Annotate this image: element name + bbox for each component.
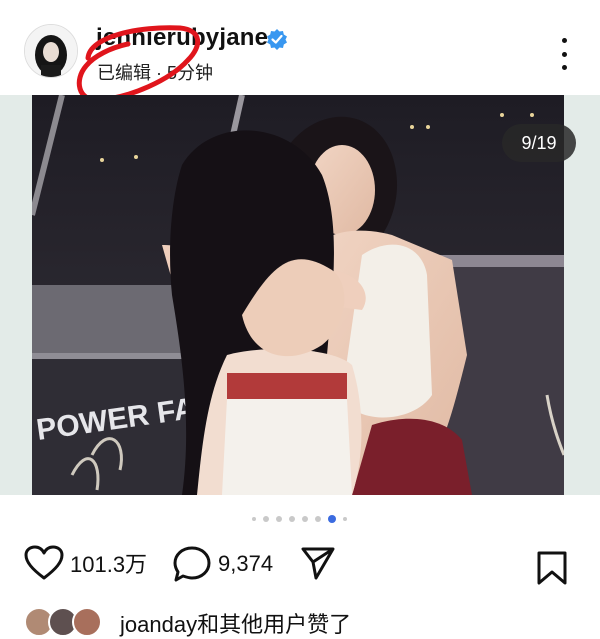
image-counter-badge: 9/19 (502, 124, 576, 162)
liked-by-text[interactable]: joanday和其他用户赞了 (120, 607, 351, 639)
post-photo[interactable]: POWER FA (32, 95, 564, 495)
like-action[interactable]: 101.3万 (24, 545, 147, 581)
liker-avatar (72, 607, 102, 637)
share-action[interactable] (300, 545, 336, 581)
comments-count: 9,374 (218, 551, 274, 576)
share-send-icon[interactable] (300, 545, 336, 581)
likes-count: 101.3万 (70, 552, 148, 577)
comment-icon[interactable] (172, 545, 212, 583)
post-username[interactable]: jennierubyjane (96, 24, 268, 52)
verified-badge-icon (267, 29, 287, 50)
comment-action[interactable]: 9,374 (172, 545, 273, 583)
liked-by-row[interactable]: joanday和其他用户赞了 (24, 605, 584, 637)
post-header: jennierubyjane 已编辑 · 5分钟 (0, 0, 600, 103)
bookmark-icon[interactable] (536, 550, 568, 586)
profile-avatar[interactable] (24, 24, 78, 78)
heart-icon[interactable] (24, 545, 64, 581)
post-meta: 已编辑 · 5分钟 (97, 63, 214, 83)
action-bar: 101.3万 9,374 (0, 545, 600, 595)
carousel-indicator (252, 515, 347, 523)
more-options-icon[interactable] (556, 38, 572, 70)
